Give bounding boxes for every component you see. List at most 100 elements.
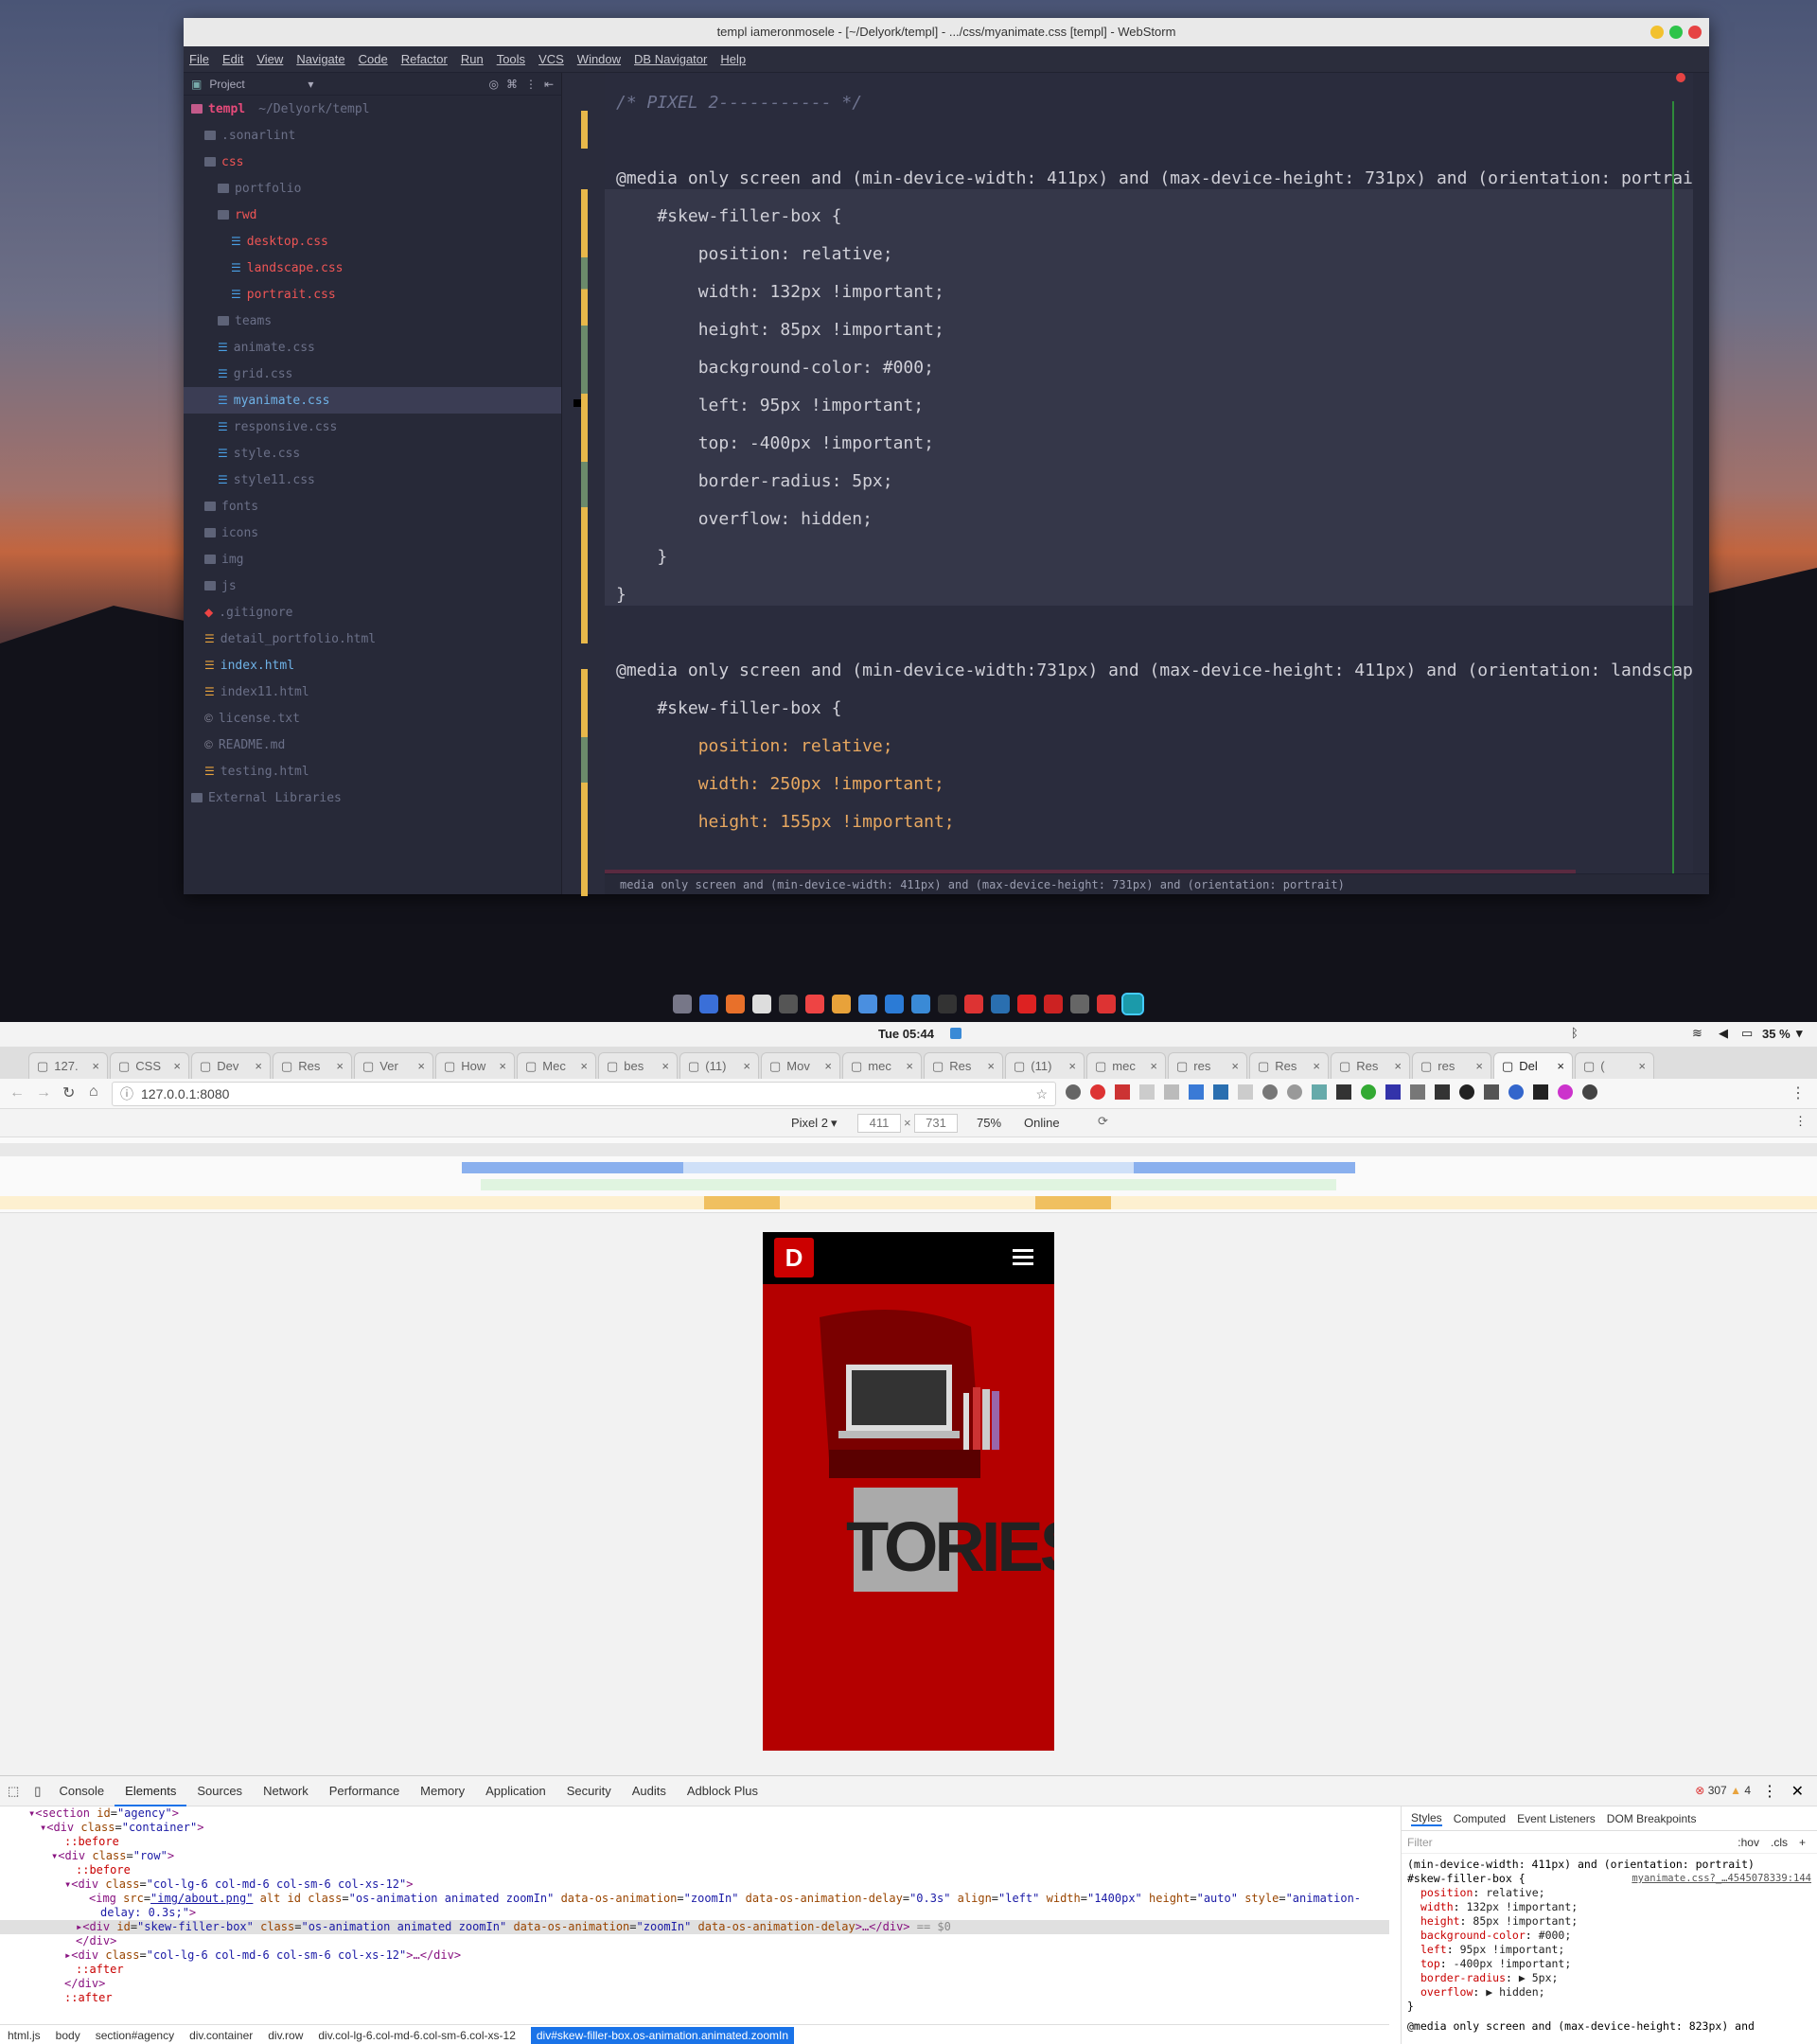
tab-close-icon[interactable]: ×	[92, 1059, 99, 1073]
launcher-icon[interactable]	[673, 995, 692, 1013]
app-icon[interactable]	[885, 995, 904, 1013]
browser-tab[interactable]: ▢ (×	[1575, 1052, 1654, 1079]
tab-close-icon[interactable]: ×	[1231, 1059, 1239, 1073]
browser-tab[interactable]: ▢ mec ×	[1086, 1052, 1166, 1079]
chevron-down-icon[interactable]: ▾	[308, 78, 313, 91]
browser-tab[interactable]: ▢ CSS ×	[110, 1052, 189, 1079]
app-icon[interactable]	[938, 995, 957, 1013]
tab-close-icon[interactable]: ×	[255, 1059, 262, 1073]
tab-close-icon[interactable]: ×	[743, 1059, 750, 1073]
tree-item[interactable]: ☰ portrait.css	[184, 281, 561, 308]
styles-filter-input[interactable]: Filter	[1407, 1836, 1738, 1849]
app-icon[interactable]	[805, 995, 824, 1013]
styles-tab-event-listeners[interactable]: Event Listeners	[1517, 1812, 1596, 1825]
extension-icon[interactable]	[1287, 1084, 1302, 1100]
max-width-segment[interactable]	[462, 1162, 683, 1173]
emulated-page[interactable]: D TORIES	[763, 1232, 1054, 1751]
tree-item[interactable]: css	[184, 149, 561, 175]
network-select[interactable]: Online	[1024, 1116, 1060, 1130]
tab-close-icon[interactable]: ×	[417, 1059, 425, 1073]
dom-breadcrumb-item[interactable]: div.col-lg-6.col-md-6.col-sm-6.col-xs-12	[318, 2029, 516, 2042]
menu-chevron-icon[interactable]: ▾	[1796, 1026, 1803, 1041]
dom-breadcrumb-item[interactable]: div.container	[189, 2029, 253, 2042]
tree-item[interactable]: ☰ testing.html	[184, 758, 561, 784]
tree-item[interactable]: ☰ desktop.css	[184, 228, 561, 255]
device-menu-icon[interactable]: ⋮	[1794, 1114, 1807, 1129]
menu-item-tools[interactable]: Tools	[497, 52, 525, 66]
info-icon[interactable]: ⓘ	[120, 1083, 133, 1105]
tab-close-icon[interactable]: ×	[1638, 1059, 1646, 1073]
extension-icon[interactable]	[1582, 1084, 1597, 1100]
extension-icon[interactable]	[1312, 1084, 1327, 1100]
styles-tab-styles[interactable]: Styles	[1411, 1811, 1442, 1826]
dom-breadcrumb-item[interactable]: div#skew-filler-box.os-animation.animate…	[530, 2026, 794, 2044]
tab-close-icon[interactable]: ×	[1394, 1059, 1402, 1073]
tab-close-icon[interactable]: ×	[1475, 1059, 1483, 1073]
tab-close-icon[interactable]: ×	[173, 1059, 181, 1073]
devtools-tab-network[interactable]: Network	[253, 1776, 319, 1806]
extension-icon[interactable]	[1459, 1084, 1474, 1100]
cls-toggle[interactable]: .cls	[1771, 1836, 1788, 1849]
app-icon[interactable]	[991, 995, 1010, 1013]
project-dropdown[interactable]: Project	[209, 78, 300, 91]
extension-icon[interactable]	[1410, 1084, 1425, 1100]
files-icon[interactable]	[699, 995, 718, 1013]
css-property-value[interactable]: ▶ 5px;	[1519, 1971, 1559, 1984]
min-width-segment[interactable]	[1035, 1196, 1111, 1209]
css-property-value[interactable]: 85px !important;	[1473, 1914, 1578, 1928]
rule-source-link[interactable]: myanimate.css?_…4545078339:144	[1632, 1872, 1811, 1886]
css-property-name[interactable]: height	[1420, 1914, 1460, 1928]
menu-item-db-navigator[interactable]: DB Navigator	[634, 52, 707, 66]
tree-item[interactable]: ☰ index11.html	[184, 678, 561, 705]
editor-breadcrumb[interactable]: media only screen and (min-device-width:…	[605, 873, 1709, 894]
clock[interactable]: Tue 05:44	[878, 1027, 934, 1041]
chevron-down-icon[interactable]: ▾	[831, 1116, 838, 1131]
browser-tab[interactable]: ▢ (11) ×	[679, 1052, 759, 1079]
tab-close-icon[interactable]: ×	[1557, 1059, 1564, 1073]
devtools-tab-application[interactable]: Application	[475, 1776, 556, 1806]
browser-tab[interactable]: ▢ res ×	[1168, 1052, 1247, 1079]
extension-icon[interactable]	[1361, 1084, 1376, 1100]
css-property-name[interactable]: width	[1420, 1900, 1454, 1913]
elements-tree[interactable]: ▾<section id="agency"> ▾<div class="cont…	[0, 1806, 1389, 2024]
chrome-menu-icon[interactable]: ⋮	[1791, 1084, 1806, 1102]
css-property-name[interactable]: position	[1420, 1886, 1473, 1899]
min-max-bar[interactable]	[481, 1179, 1336, 1190]
device-toggle-icon[interactable]: ▯	[26, 1776, 48, 1806]
browser-tab[interactable]: ▢ 127. ×	[28, 1052, 108, 1079]
app-icon[interactable]	[1044, 995, 1063, 1013]
hov-toggle[interactable]: :hov	[1738, 1836, 1759, 1849]
min-width-bar[interactable]	[0, 1196, 1817, 1209]
hide-icon[interactable]: ⇤	[544, 78, 554, 91]
tree-item[interactable]: ☰ animate.css	[184, 334, 561, 361]
css-property-value[interactable]: ▶ hidden;	[1486, 1985, 1544, 1999]
menu-item-edit[interactable]: Edit	[222, 52, 243, 66]
app-icon[interactable]	[911, 995, 930, 1013]
css-property[interactable]: left: 95px !important;	[1407, 1943, 1811, 1957]
extension-icon[interactable]	[1558, 1084, 1573, 1100]
css-property-name[interactable]: left	[1420, 1943, 1447, 1956]
tab-close-icon[interactable]: ×	[906, 1059, 913, 1073]
maximize-button[interactable]	[1669, 26, 1683, 39]
app-icon[interactable]	[752, 995, 771, 1013]
tree-item[interactable]: External Libraries	[184, 784, 561, 811]
rule-selector[interactable]: #skew-filler-box {	[1407, 1872, 1526, 1886]
menu-item-refactor[interactable]: Refactor	[401, 52, 448, 66]
tree-item[interactable]: ☰ style11.css	[184, 467, 561, 493]
css-property-value[interactable]: relative;	[1486, 1886, 1544, 1899]
tree-item[interactable]: ☰ style.css	[184, 440, 561, 467]
extension-icon[interactable]	[1189, 1084, 1204, 1100]
back-icon[interactable]: ←	[9, 1084, 25, 1101]
adblock-icon[interactable]	[1090, 1084, 1105, 1100]
tree-item[interactable]: ☰ landscape.css	[184, 255, 561, 281]
tree-item[interactable]: img	[184, 546, 561, 573]
close-button[interactable]	[1688, 26, 1702, 39]
devtools-tab-console[interactable]: Console	[48, 1776, 115, 1806]
extension-icon[interactable]	[1336, 1084, 1351, 1100]
reload-icon[interactable]: ↻	[62, 1084, 75, 1102]
menu-item-run[interactable]: Run	[461, 52, 484, 66]
browser-tab[interactable]: ▢ mec ×	[842, 1052, 922, 1079]
webstorm-icon[interactable]	[1121, 993, 1144, 1015]
menu-item-file[interactable]: File	[189, 52, 209, 66]
battery-icon[interactable]: ▭	[1741, 1026, 1753, 1041]
